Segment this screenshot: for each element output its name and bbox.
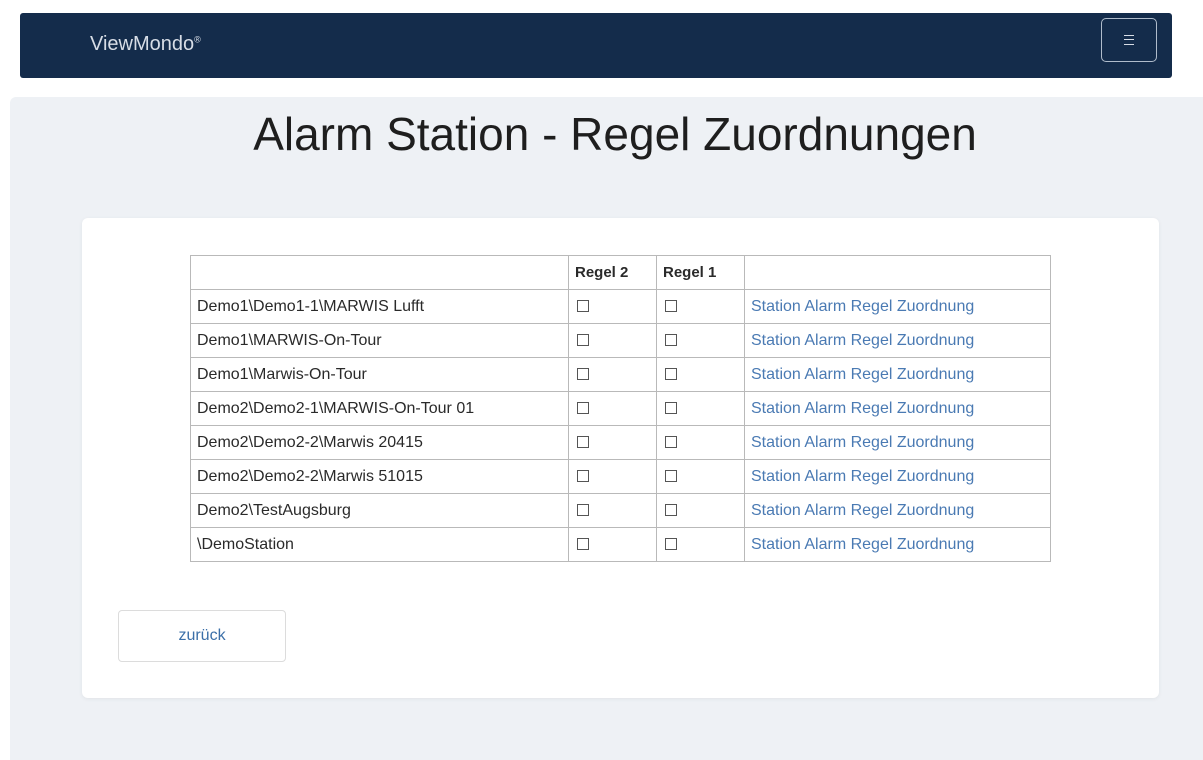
station-name-cell: Demo1\MARWIS-On-Tour [190, 323, 569, 358]
regel1-checkbox[interactable] [665, 368, 677, 381]
table-row: Demo2\Demo2-2\Marwis 51015 Station Alarm … [190, 459, 1051, 494]
header-link [744, 255, 1051, 290]
regel2-cell [568, 527, 657, 562]
rule-assignment-table: Regel 2 Regel 1 Demo1\Demo1-1\MARWIS Luf… [190, 255, 1051, 562]
table-row: Demo1\Marwis-On-Tour Station Alarm Regel … [190, 357, 1051, 392]
table-header-row: Regel 2 Regel 1 [190, 255, 1051, 290]
station-name-cell: \DemoStation [190, 527, 569, 562]
regel2-checkbox[interactable] [577, 368, 589, 381]
regel1-checkbox[interactable] [665, 436, 677, 449]
regel2-cell [568, 289, 657, 324]
regel2-checkbox[interactable] [577, 504, 589, 517]
table-row: Demo2\Demo2-2\Marwis 20415 Station Alarm … [190, 425, 1051, 460]
table-row: Demo1\Demo1-1\MARWIS Lufft Station Alarm … [190, 289, 1051, 324]
menu-toggle-button[interactable] [1101, 18, 1157, 62]
station-name-cell: Demo1\Demo1-1\MARWIS Lufft [190, 289, 569, 324]
table-row: Demo2\TestAugsburg Station Alarm Regel Zu… [190, 493, 1051, 528]
link-cell: Station Alarm Regel Zuordnung [744, 493, 1051, 528]
regel1-cell [656, 493, 745, 528]
link-cell: Station Alarm Regel Zuordnung [744, 289, 1051, 324]
back-button[interactable]: zurück [118, 610, 286, 662]
brand-trademark: ® [194, 34, 201, 45]
link-cell: Station Alarm Regel Zuordnung [744, 357, 1051, 392]
regel1-checkbox[interactable] [665, 538, 677, 551]
regel2-cell [568, 391, 657, 426]
hamburger-icon [1124, 35, 1134, 45]
station-alarm-rule-link[interactable]: Station Alarm Regel Zuordnung [751, 298, 974, 315]
regel2-checkbox[interactable] [577, 470, 589, 483]
brand-name: ViewMondo [90, 33, 195, 55]
regel1-cell [656, 323, 745, 358]
station-alarm-rule-link[interactable]: Station Alarm Regel Zuordnung [751, 434, 974, 451]
regel2-checkbox[interactable] [577, 402, 589, 415]
station-alarm-rule-link[interactable]: Station Alarm Regel Zuordnung [751, 536, 974, 553]
station-name-cell: Demo1\Marwis-On-Tour [190, 357, 569, 392]
regel2-checkbox[interactable] [577, 538, 589, 551]
link-cell: Station Alarm Regel Zuordnung [744, 527, 1051, 562]
content-card: Regel 2 Regel 1 Demo1\Demo1-1\MARWIS Luf… [82, 218, 1159, 698]
top-navbar: ViewMondo® [20, 13, 1172, 78]
link-cell: Station Alarm Regel Zuordnung [744, 459, 1051, 494]
regel2-cell [568, 357, 657, 392]
regel2-checkbox[interactable] [577, 334, 589, 347]
regel1-checkbox[interactable] [665, 334, 677, 347]
station-alarm-rule-link[interactable]: Station Alarm Regel Zuordnung [751, 366, 974, 383]
regel2-cell [568, 323, 657, 358]
table-body: Demo1\Demo1-1\MARWIS Lufft Station Alarm … [190, 289, 1051, 562]
station-name-cell: Demo2\TestAugsburg [190, 493, 569, 528]
regel1-cell [656, 289, 745, 324]
regel2-cell [568, 459, 657, 494]
regel1-cell [656, 425, 745, 460]
regel1-checkbox[interactable] [665, 402, 677, 415]
regel1-cell [656, 357, 745, 392]
table-row: \DemoStation Station Alarm Regel Zuordnun… [190, 527, 1051, 562]
regel1-checkbox[interactable] [665, 300, 677, 313]
station-name-cell: Demo2\Demo2-2\Marwis 20415 [190, 425, 569, 460]
page-title: Alarm Station - Regel Zuordnungen [253, 108, 977, 160]
station-name-cell: Demo2\Demo2-1\MARWIS-On-Tour 01 [190, 391, 569, 426]
station-alarm-rule-link[interactable]: Station Alarm Regel Zuordnung [751, 468, 974, 485]
station-alarm-rule-link[interactable]: Station Alarm Regel Zuordnung [751, 332, 974, 349]
header-regel-2: Regel 2 [568, 255, 657, 290]
station-alarm-rule-link[interactable]: Station Alarm Regel Zuordnung [751, 502, 974, 519]
link-cell: Station Alarm Regel Zuordnung [744, 323, 1051, 358]
regel2-cell [568, 425, 657, 460]
table-row: Demo1\MARWIS-On-Tour Station Alarm Regel … [190, 323, 1051, 358]
link-cell: Station Alarm Regel Zuordnung [744, 425, 1051, 460]
regel1-cell [656, 391, 745, 426]
regel2-checkbox[interactable] [577, 436, 589, 449]
regel2-cell [568, 493, 657, 528]
header-regel-1: Regel 1 [656, 255, 745, 290]
station-alarm-rule-link[interactable]: Station Alarm Regel Zuordnung [751, 400, 974, 417]
regel2-checkbox[interactable] [577, 300, 589, 313]
brand-logo-link[interactable]: ViewMondo® [90, 33, 201, 56]
header-station [190, 255, 569, 290]
table-row: Demo2\Demo2-1\MARWIS-On-Tour 01 Station A… [190, 391, 1051, 426]
regel1-checkbox[interactable] [665, 470, 677, 483]
station-name-cell: Demo2\Demo2-2\Marwis 51015 [190, 459, 569, 494]
regel1-checkbox[interactable] [665, 504, 677, 517]
regel1-cell [656, 527, 745, 562]
regel1-cell [656, 459, 745, 494]
link-cell: Station Alarm Regel Zuordnung [744, 391, 1051, 426]
